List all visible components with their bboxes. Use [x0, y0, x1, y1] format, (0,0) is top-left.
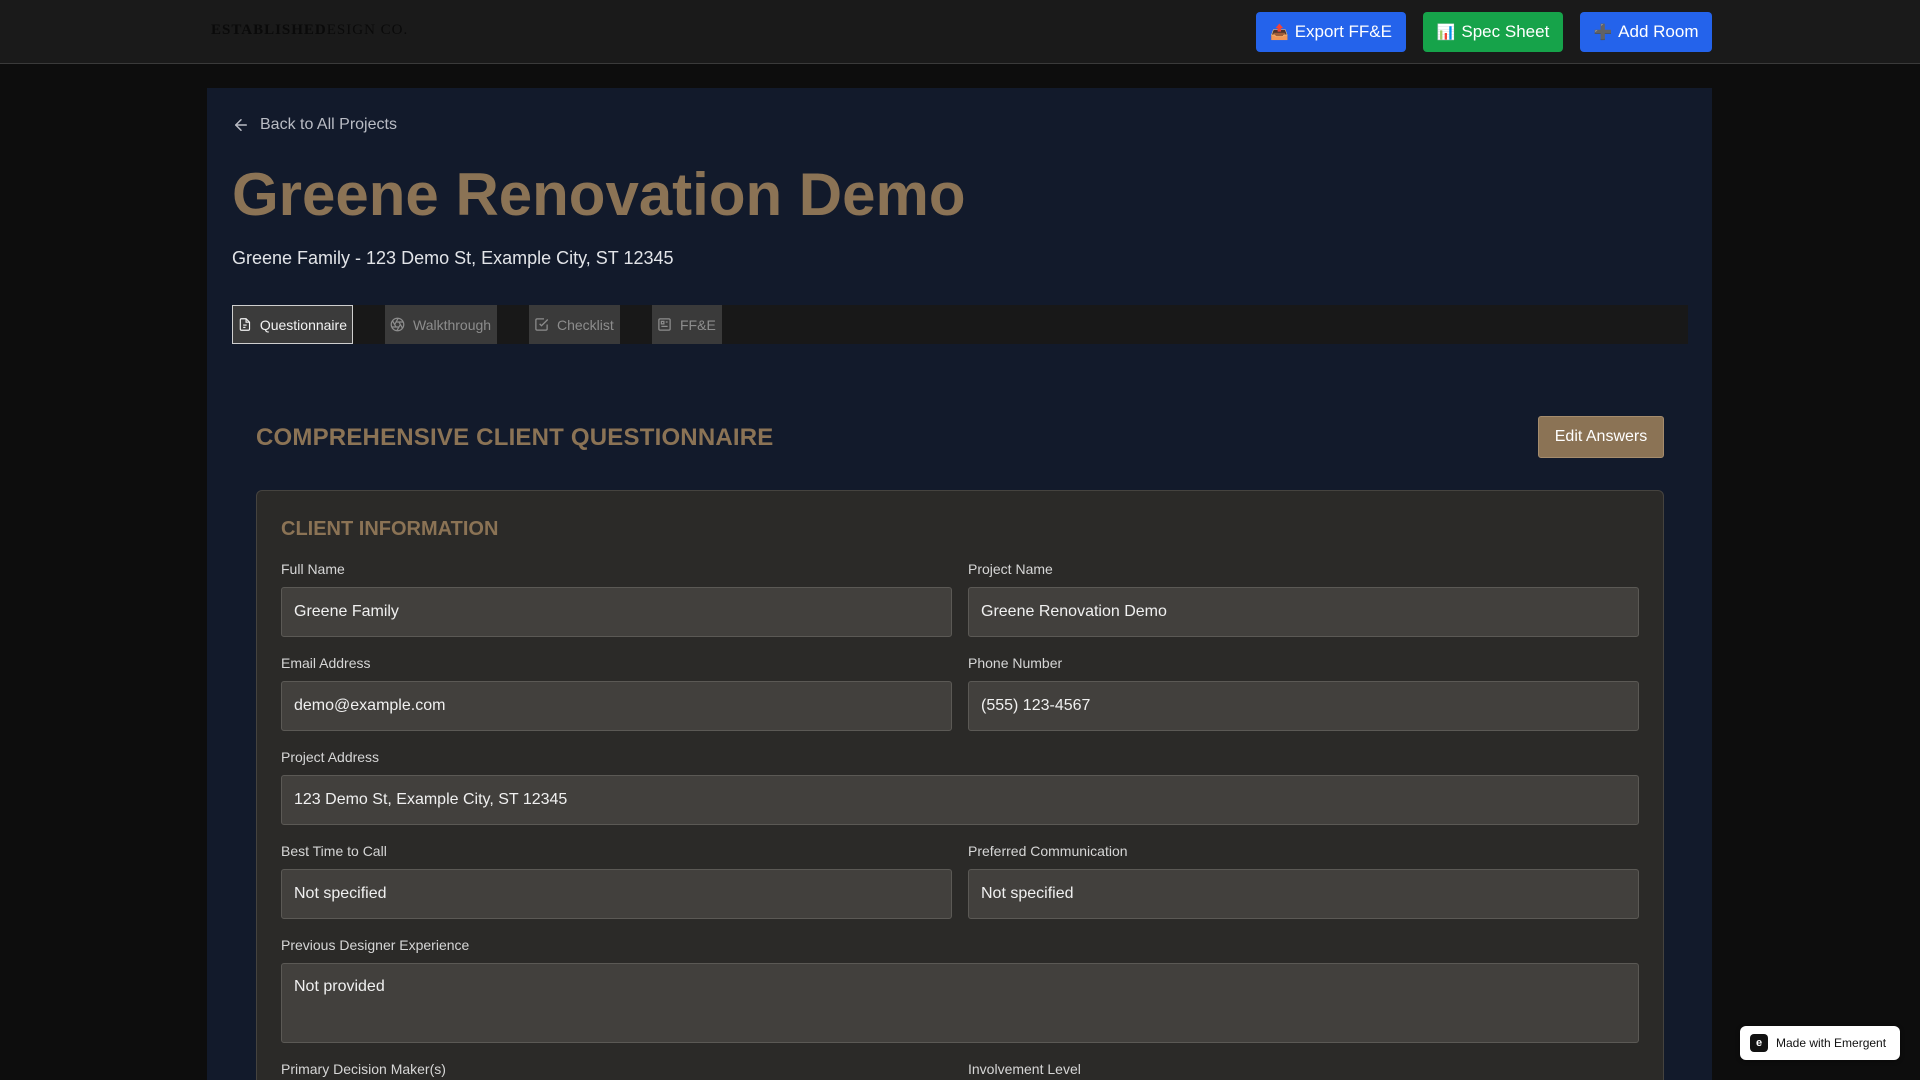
- decision-maker-label: Primary Decision Maker(s): [281, 1061, 446, 1077]
- export-ffe-label: Export FF&E: [1294, 22, 1392, 41]
- communication-field[interactable]: [968, 869, 1639, 919]
- phone-field[interactable]: [968, 681, 1639, 731]
- checkbox-icon: [535, 318, 549, 331]
- tab-walkthrough[interactable]: Walkthrough: [385, 305, 497, 344]
- tab-ffe[interactable]: FF&E: [652, 305, 722, 344]
- tab-questionnaire[interactable]: Questionnaire: [232, 305, 353, 344]
- document-icon: [239, 318, 251, 331]
- aperture-icon: [390, 317, 405, 332]
- arrow-left-icon: [235, 119, 247, 131]
- tab-checklist[interactable]: Checklist: [529, 305, 620, 344]
- communication-label: Preferred Communication: [968, 843, 1128, 859]
- best-time-field[interactable]: [281, 869, 952, 919]
- project-name-field[interactable]: [968, 587, 1639, 637]
- previous-designer-field[interactable]: Not provided: [281, 963, 1639, 1043]
- back-label: Back to All Projects: [260, 116, 397, 133]
- full-name-label: Full Name: [281, 561, 345, 577]
- bar-chart-icon: 📊: [1436, 24, 1456, 41]
- email-label: Email Address: [281, 655, 371, 671]
- project-title: Greene Renovation Demo: [232, 161, 966, 228]
- plus-icon: ➕: [1593, 24, 1613, 41]
- back-to-projects-link[interactable]: Back to All Projects: [232, 114, 397, 136]
- add-room-label: Add Room: [1618, 22, 1699, 41]
- tab-walkthrough-label: Walkthrough: [413, 316, 492, 333]
- questionnaire-title: COMPREHENSIVE CLIENT QUESTIONNAIRE: [256, 424, 774, 451]
- project-address-label: Project Address: [281, 749, 380, 765]
- spec-sheet-button[interactable]: 📊 Spec Sheet: [1423, 12, 1563, 52]
- clipboard-icon: [658, 318, 671, 331]
- full-name-field[interactable]: [281, 587, 952, 637]
- involvement-label: Involvement Level: [968, 1061, 1081, 1077]
- project-address-field[interactable]: [281, 775, 1639, 825]
- project-subtitle: Greene Family - 123 Demo St, Example Cit…: [232, 248, 674, 268]
- badge-label: Made with Emergent: [1776, 1036, 1887, 1050]
- company-logo[interactable]: ESTABLISHEDESIGN CO.: [211, 22, 408, 40]
- top-bar: ESTABLISHEDESIGN CO. 📤 Export FF&E 📊 Spe…: [0, 0, 1920, 64]
- outbox-icon: 📤: [1270, 24, 1289, 41]
- made-with-emergent-badge[interactable]: e Made with Emergent: [1740, 1026, 1900, 1060]
- tab-ffe-label: FF&E: [680, 316, 716, 333]
- edit-answers-button[interactable]: Edit Answers: [1538, 416, 1664, 458]
- tab-questionnaire-label: Questionnaire: [259, 316, 347, 333]
- project-name-label: Project Name: [968, 561, 1053, 577]
- email-field[interactable]: [281, 681, 952, 731]
- emergent-logo-icon: e: [1750, 1034, 1768, 1052]
- add-room-button[interactable]: ➕ Add Room: [1580, 12, 1712, 52]
- tab-bar: Questionnaire Walkthrough Checklist FF&E: [232, 305, 1688, 344]
- client-information-heading: CLIENT INFORMATION: [281, 518, 499, 540]
- phone-label: Phone Number: [968, 655, 1063, 671]
- export-ffe-button[interactable]: 📤 Export FF&E: [1256, 12, 1406, 52]
- tab-checklist-label: Checklist: [557, 316, 614, 333]
- best-time-label: Best Time to Call: [281, 843, 387, 859]
- previous-designer-label: Previous Designer Experience: [281, 937, 470, 953]
- spec-sheet-label: Spec Sheet: [1461, 22, 1550, 41]
